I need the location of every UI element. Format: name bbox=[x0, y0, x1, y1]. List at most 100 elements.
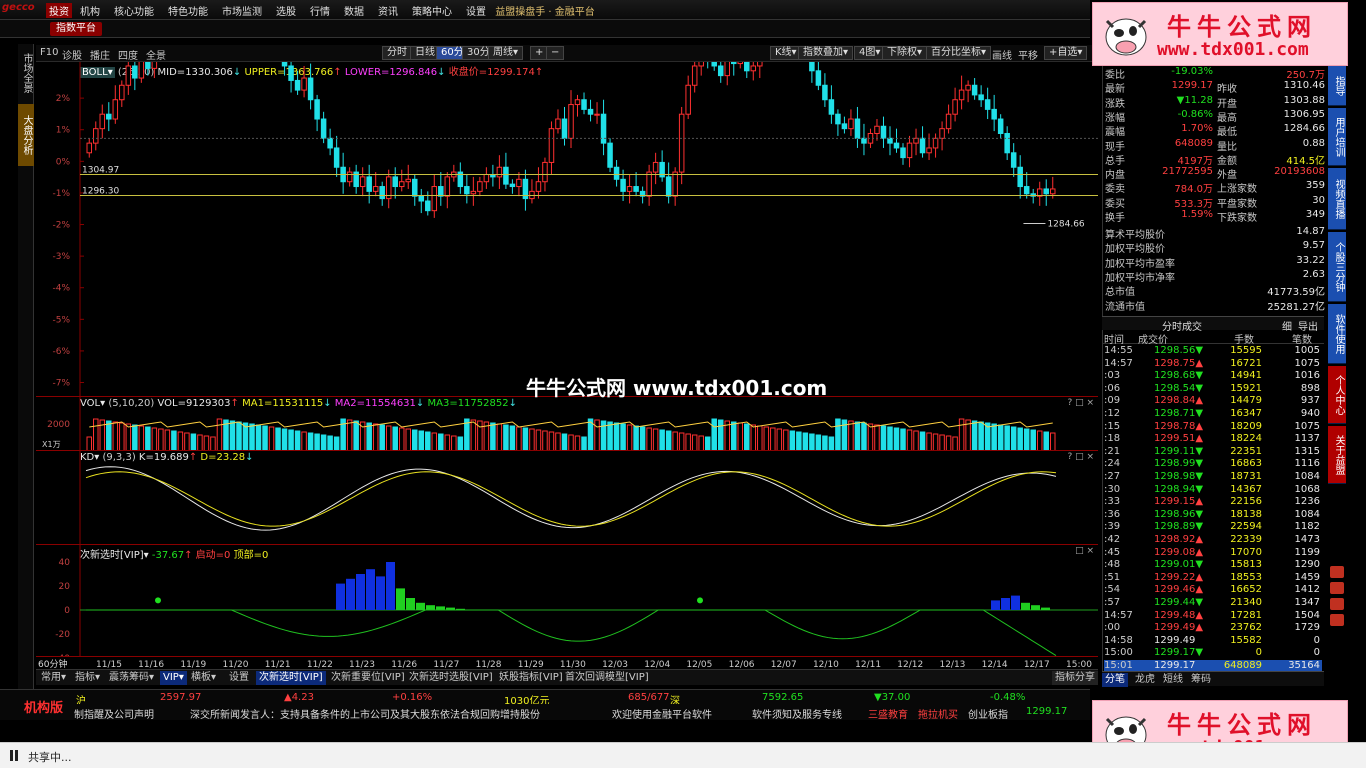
tick-row[interactable]: 14:57 1298.75▲ 16721 1075 bbox=[1104, 358, 1322, 372]
tick-row[interactable]: :54 1299.46▲ 16652 1412 bbox=[1104, 584, 1322, 598]
settings-tab[interactable]: 设置 bbox=[226, 671, 252, 685]
quote-value-2: 20193608 bbox=[1274, 166, 1325, 178]
tick-row[interactable]: :57 1299.44▼ 21340 1347 bbox=[1104, 597, 1322, 611]
tab-vip-timing-pick[interactable]: 次新选时选股[VIP] bbox=[406, 671, 496, 685]
tab-market-analysis[interactable]: 大盘分析 bbox=[18, 104, 34, 166]
percent-axis-dropdown[interactable]: 百分比坐标▾ bbox=[926, 46, 992, 60]
volume-pane[interactable]: VOL▾ (5,10,20) VOL=9129303↑ MA1=11531115… bbox=[36, 396, 1098, 451]
tab-software-use[interactable]: 软件使用 bbox=[1328, 304, 1346, 364]
tick-row[interactable]: 14:55 1298.56▼ 15595 1005 bbox=[1104, 345, 1322, 359]
tab-stock-3min[interactable]: 个股三分钟 bbox=[1328, 232, 1346, 302]
promo-1[interactable]: 三盛教育 bbox=[868, 706, 908, 721]
tab-chips[interactable]: 筹码 bbox=[1188, 673, 1214, 687]
top-right-ad[interactable]: 牛牛公式网 www.tdx001.com bbox=[1092, 2, 1348, 66]
diagnose-button[interactable]: 诊股 bbox=[62, 47, 82, 62]
tick-row[interactable]: :00 1299.49▲ 23762 1729 bbox=[1104, 622, 1322, 636]
tab-vip-pullback[interactable]: 首次回调模型[VIP] bbox=[562, 671, 652, 685]
vol-bar bbox=[893, 427, 900, 451]
period-weekly[interactable]: 周线▾ bbox=[488, 46, 524, 60]
tick-row[interactable]: :18 1299.51▲ 18224 1137 bbox=[1104, 433, 1322, 447]
index-platform-button[interactable]: 指数平台 bbox=[50, 22, 102, 36]
tab-vip-important[interactable]: 次新重要位[VIP] bbox=[328, 671, 408, 685]
candle-body bbox=[392, 176, 398, 188]
candle-body bbox=[932, 137, 939, 149]
tab-market-overview[interactable]: 市场全景 bbox=[18, 44, 34, 102]
share-status-text: 共享中... bbox=[28, 751, 72, 764]
candle-body bbox=[633, 186, 639, 192]
tick-row[interactable]: :51 1299.22▲ 18553 1459 bbox=[1104, 572, 1322, 586]
tick-row[interactable]: :09 1298.84▲ 14479 937 bbox=[1104, 395, 1322, 409]
tick-row[interactable]: :06 1298.54▼ 15921 898 bbox=[1104, 383, 1322, 397]
vip-pane[interactable]: 次新选时[VIP]▾ -37.67↑ 启动=0 顶部=0 □ × 40 20 0 -2… bbox=[36, 544, 1098, 657]
kline-dropdown[interactable]: K线▾ bbox=[770, 46, 802, 60]
promo-2[interactable]: 拖拉机买 bbox=[918, 706, 958, 721]
tab-ticks[interactable]: 分笔 bbox=[1102, 673, 1128, 687]
tick-row[interactable]: :21 1299.11▼ 22351 1315 bbox=[1104, 446, 1322, 460]
tick-row[interactable]: :36 1298.96▼ 18138 1084 bbox=[1104, 509, 1322, 523]
tick-row[interactable]: :45 1299.08▲ 17070 1199 bbox=[1104, 547, 1322, 561]
tool-icon-1[interactable] bbox=[1330, 566, 1344, 578]
d-line bbox=[85, 471, 1057, 527]
zoom-out-button[interactable]: − bbox=[546, 46, 565, 60]
kline-pane[interactable]: BOLL▾ (26,20) MID=1330.306↓ UPPER=1363.7… bbox=[36, 62, 1098, 396]
news-item-3[interactable]: 欢迎使用金融平台软件 bbox=[612, 706, 712, 721]
vol-bar bbox=[307, 432, 314, 451]
f10-button[interactable]: F10 bbox=[40, 47, 58, 58]
tick-row[interactable]: :42 1298.92▲ 22339 1473 bbox=[1104, 534, 1322, 548]
tick-row[interactable]: 14:58 1299.49 15582 0 bbox=[1104, 635, 1322, 649]
tick-row[interactable]: :24 1298.99▼ 16863 1116 bbox=[1104, 458, 1322, 472]
tab-longhu[interactable]: 龙虎 bbox=[1132, 673, 1158, 687]
tool-icon-2[interactable] bbox=[1330, 582, 1344, 594]
tick-row[interactable]: :30 1298.94▼ 14367 1068 bbox=[1104, 484, 1322, 498]
indicator-share-button[interactable]: 指标分享 bbox=[1052, 671, 1098, 685]
tab-vip-demon[interactable]: 妖股指标[VIP] bbox=[496, 671, 566, 685]
tab-personal-center[interactable]: 个人中心 bbox=[1328, 366, 1346, 424]
horizontal-dropdown[interactable]: 横板▾ bbox=[188, 671, 219, 685]
index-overlay-dropdown[interactable]: 指数叠加▾ bbox=[798, 46, 854, 60]
pan-button[interactable]: 平移 bbox=[1018, 47, 1038, 62]
add-favorite-dropdown[interactable]: +自选▾ bbox=[1044, 46, 1088, 60]
four-chart-dropdown[interactable]: 4图▾ bbox=[854, 46, 886, 60]
tab-user-training[interactable]: 用户培训 bbox=[1328, 108, 1346, 166]
bozhuang-button[interactable]: 播庄 bbox=[90, 47, 110, 62]
vol-bar bbox=[255, 424, 262, 451]
tick-count: 1137 bbox=[1294, 433, 1320, 445]
sidu-button[interactable]: 四度 bbox=[118, 47, 138, 62]
period-timeshare[interactable]: 分时 bbox=[382, 46, 412, 60]
tool-icon-3[interactable] bbox=[1330, 598, 1344, 610]
candle-body bbox=[581, 99, 587, 110]
tick-row[interactable]: :39 1298.89▼ 22594 1182 bbox=[1104, 521, 1322, 535]
tab-shortline[interactable]: 短线 bbox=[1160, 673, 1186, 687]
vol-bar bbox=[757, 425, 763, 451]
news-item-1[interactable]: 制指醒及公司声明 bbox=[74, 706, 154, 721]
tick-row[interactable]: 15:00 1299.17▼ 0 0 bbox=[1104, 647, 1322, 661]
common-dropdown[interactable]: 常用▾ bbox=[38, 671, 69, 685]
candle-body bbox=[1043, 188, 1049, 195]
tick-row[interactable]: :48 1299.01▼ 15813 1290 bbox=[1104, 559, 1322, 573]
tool-icon-4[interactable] bbox=[1330, 614, 1344, 626]
ex-rights-dropdown[interactable]: 下除权▾ bbox=[882, 46, 928, 60]
draw-line-button[interactable]: 画线 bbox=[992, 47, 1012, 62]
tab-vip-timing[interactable]: 次新选时[VIP] bbox=[256, 671, 326, 685]
tab-guide[interactable]: 指导 bbox=[1328, 66, 1346, 106]
vip-dropdown[interactable]: VIP▾ bbox=[160, 671, 187, 685]
tick-count: 1504 bbox=[1294, 609, 1320, 621]
pause-icon[interactable] bbox=[10, 750, 18, 761]
news-item-2[interactable]: 深交所新闻发言人：支持具备条件的上市公司及其大股东依法合规回购增持股份 bbox=[190, 706, 540, 721]
quote-value-2: 30 bbox=[1312, 194, 1325, 206]
tick-volume: 17070 bbox=[1230, 546, 1262, 558]
tick-row[interactable]: :27 1298.98▼ 18731 1084 bbox=[1104, 471, 1322, 485]
tab-about[interactable]: 关于益盟 bbox=[1328, 426, 1346, 484]
panorama-button[interactable]: 全景 bbox=[146, 47, 166, 62]
tick-time: :03 bbox=[1104, 370, 1121, 382]
news-item-4[interactable]: 软件须知及服务专线 bbox=[752, 706, 842, 721]
tick-row[interactable]: 14:57 1299.48▲ 17281 1504 bbox=[1104, 610, 1322, 624]
tab-video-live[interactable]: 视频直播 bbox=[1328, 168, 1346, 230]
tick-row[interactable]: :33 1299.15▲ 22156 1236 bbox=[1104, 496, 1322, 510]
indicator-dropdown[interactable]: 指标▾ bbox=[72, 671, 103, 685]
tick-row[interactable]: :15 1298.78▲ 18209 1075 bbox=[1104, 421, 1322, 435]
tick-row[interactable]: :12 1298.71▼ 16347 940 bbox=[1104, 408, 1322, 422]
tick-row[interactable]: :03 1298.68▼ 14941 1016 bbox=[1104, 370, 1322, 384]
kd-pane[interactable]: KD▾ (9,3,3) K=19.689↑ D=23.28↓ ? □ × bbox=[36, 450, 1098, 545]
chip-dropdown[interactable]: 震荡筹码▾ bbox=[106, 671, 157, 685]
